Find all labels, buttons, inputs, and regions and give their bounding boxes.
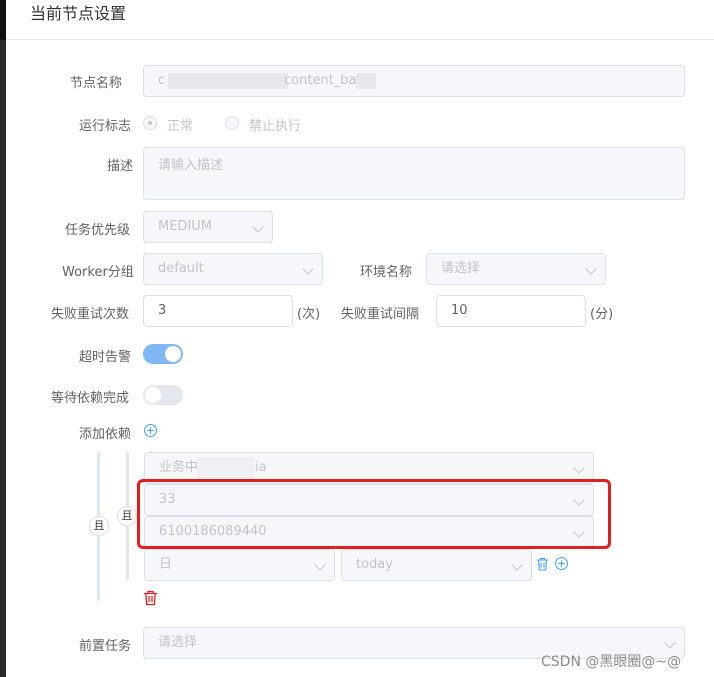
outer-relation-badge[interactable]: 且 (89, 516, 109, 536)
dialog-header: 当前节点设置 (6, 0, 714, 40)
description-textarea[interactable]: 请输入描述 (143, 147, 685, 200)
retry-times-value: 3 (158, 303, 167, 318)
switch-knob (145, 387, 161, 403)
inner-relation-badge[interactable]: 且 (117, 506, 137, 526)
run-flag-label: 运行标志 (79, 119, 132, 134)
redacted-block (168, 73, 288, 89)
add-dependency-icon[interactable]: + (144, 424, 157, 437)
retry-interval-unit: (分) (590, 307, 614, 322)
radio-disabled-label: 禁止执行 (249, 119, 302, 134)
radio-normal-label: 正常 (167, 119, 194, 134)
worker-group-value: default (158, 261, 204, 276)
dependency-cycle-select[interactable]: 日 (144, 549, 335, 581)
node-name-value-start: c (158, 73, 166, 88)
radio-disabled[interactable] (225, 116, 239, 130)
chevron-down-icon (664, 637, 676, 649)
description-placeholder: 请输入描述 (158, 158, 224, 173)
retry-interval-value: 10 (451, 303, 468, 318)
node-name-value-mid: content_ba (284, 73, 357, 88)
priority-label: 任务优先级 (65, 223, 131, 238)
timeout-alarm-label: 超时告警 (79, 350, 132, 365)
retry-interval-input[interactable]: 10 (436, 295, 586, 327)
pre-task-placeholder: 请选择 (158, 635, 198, 650)
dialog-title: 当前节点设置 (30, 4, 127, 23)
node-name-label: 节点名称 (70, 76, 123, 91)
dependency-cycle-value: 日 (159, 557, 173, 572)
env-name-select[interactable]: 请选择 (426, 253, 606, 285)
worker-group-label: Worker分组 (62, 265, 134, 280)
retry-times-unit: (次) (297, 307, 321, 322)
redacted-block (197, 457, 255, 479)
chevron-down-icon (252, 221, 264, 233)
add-item-icon[interactable]: + (555, 557, 568, 570)
env-name-placeholder: 请选择 (441, 261, 481, 276)
timeout-alarm-switch[interactable] (143, 344, 183, 364)
chevron-down-icon (511, 559, 523, 571)
dependency-project-value: 业务中 (159, 460, 199, 475)
radio-normal[interactable] (143, 116, 157, 130)
redacted-block (356, 73, 376, 89)
dependency-date-value: today (356, 557, 393, 572)
highlight-box (137, 479, 611, 549)
chevron-down-icon (573, 462, 585, 474)
node-name-input[interactable]: c content_ba (143, 65, 685, 97)
worker-group-select[interactable]: default (143, 253, 323, 285)
chevron-down-icon (585, 263, 597, 275)
dependency-date-select[interactable]: today (341, 549, 532, 581)
chevron-down-icon (314, 559, 326, 571)
delete-item-icon[interactable] (536, 557, 549, 571)
add-dependency-label: 添加依赖 (79, 427, 132, 442)
priority-select[interactable]: MEDIUM (143, 211, 273, 243)
chevron-down-icon (302, 263, 314, 275)
retry-interval-label: 失败重试间隔 (341, 307, 420, 322)
env-name-label: 环境名称 (360, 265, 413, 280)
priority-value: MEDIUM (158, 219, 213, 234)
switch-knob (165, 346, 181, 362)
retry-times-input[interactable]: 3 (143, 295, 293, 327)
delete-group-icon[interactable] (143, 590, 158, 606)
wait-dependency-label: 等待依赖完成 (51, 391, 130, 406)
description-label: 描述 (107, 159, 134, 174)
pre-task-label: 前置任务 (79, 639, 132, 654)
retry-times-label: 失败重试次数 (51, 307, 130, 322)
watermark: CSDN @黑眼圈@~@ (541, 654, 682, 670)
window-left-edge (0, 0, 6, 677)
wait-dependency-switch[interactable] (143, 385, 183, 405)
